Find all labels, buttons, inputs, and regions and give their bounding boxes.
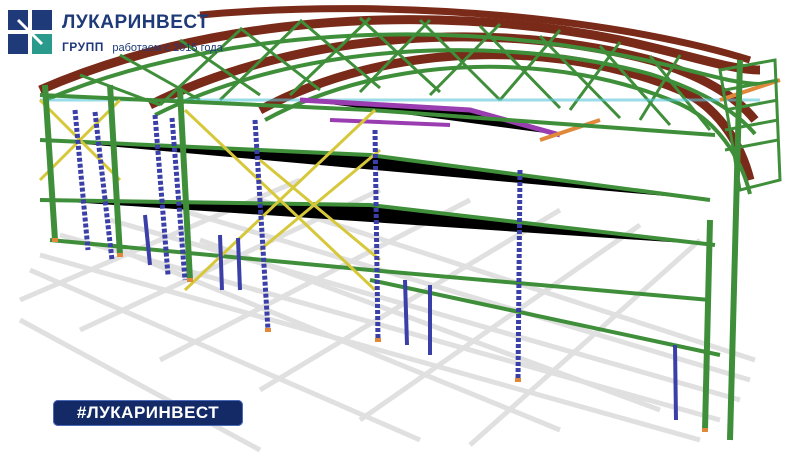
brand-name: ЛУКАРИНВЕСТ: [62, 12, 210, 33]
steel-frame-illustration: [18, 5, 782, 453]
brand-subline: ГРУПП работаем с 2015 года: [62, 38, 223, 56]
company-logo: ЛУКАРИНВЕСТ ГРУПП работаем с 2015 года: [6, 8, 306, 60]
brand-group: ГРУПП: [62, 40, 104, 54]
cross-bracing: [38, 98, 381, 292]
hashtag-badge: #ЛУКАРИНВЕСТ: [53, 400, 243, 426]
logo-cubes-icon: [8, 10, 52, 54]
brand-tagline: работаем с 2015 года: [112, 42, 223, 54]
